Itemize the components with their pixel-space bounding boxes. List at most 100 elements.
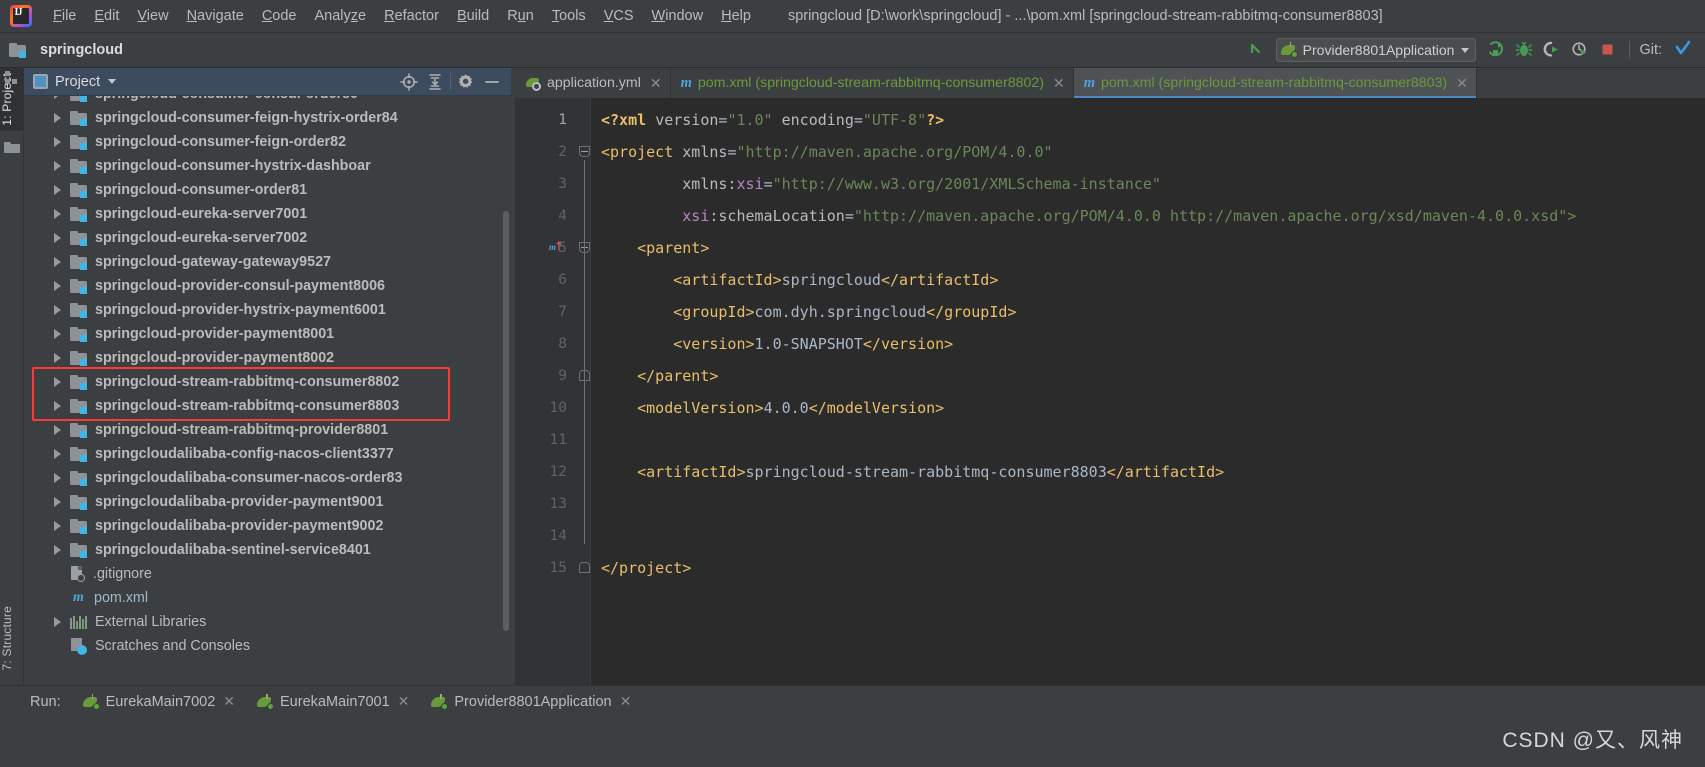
tree-item[interactable]: springcloudalibaba-sentinel-service8401 [24,538,511,562]
menu-edit[interactable]: Edit [85,4,128,28]
tree-item[interactable]: springcloud-gateway-gateway9527 [24,250,511,274]
editor-tab[interactable]: application.yml ✕ [515,68,671,98]
collapse-all-button[interactable] [422,69,448,95]
expand-arrow-icon[interactable] [54,257,61,267]
tree-item[interactable]: Scratches and Consoles [24,634,511,658]
menu-navigate[interactable]: Navigate [178,4,253,28]
menu-bar: IJ File Edit View Navigate Code Analyze Refact… [0,0,1705,33]
expand-arrow-icon[interactable] [54,329,61,339]
gear-icon[interactable] [453,69,479,95]
tree-item[interactable]: springcloudalibaba-config-nacos-client33… [24,442,511,466]
line-number: 10 [549,400,567,416]
sidebar-item-structure[interactable]: 7: Structure [0,601,24,675]
tree-item[interactable]: springcloud-eureka-server7002 [24,226,511,250]
minimize-icon[interactable] [479,69,505,95]
menu-code[interactable]: Code [253,4,306,28]
expand-arrow-icon[interactable] [54,617,61,627]
code-line: xsi:schemaLocation="http://maven.apache.… [682,207,1577,225]
expand-arrow-icon[interactable] [54,161,61,171]
expand-arrow-icon[interactable] [54,305,61,315]
close-icon[interactable]: ✕ [1053,76,1065,90]
tree-item[interactable]: springcloud-provider-consul-payment8006 [24,274,511,298]
expand-arrow-icon[interactable] [54,96,61,99]
code-folding-column[interactable] [577,98,591,693]
tree-item[interactable]: springcloud-eureka-server7001 [24,202,511,226]
editor-tab[interactable]: m pom.xml (springcloud-stream-rabbitmq-co… [1073,68,1477,98]
run-tab[interactable]: EurekaMain7001 ✕ [257,693,409,710]
tree-item[interactable]: springcloud-provider-payment8002 [24,346,511,370]
tree-item[interactable]: springcloud-consumer-hystrix-dashboar [24,154,511,178]
close-icon[interactable]: ✕ [1456,76,1468,90]
menu-tools[interactable]: Tools [543,4,595,28]
expand-arrow-icon[interactable] [54,281,61,291]
expand-arrow-icon[interactable] [54,401,61,411]
code-editor[interactable]: 1 2 3 4 5 6 7 8 9 10 11 12 13 14 15 m <?xml version="1.… [515,98,1705,693]
close-icon[interactable]: ✕ [398,693,410,710]
breadcrumb[interactable]: springcloud [9,42,123,58]
update-project-checkmark-icon[interactable] [1672,39,1694,61]
run-button[interactable] [1485,39,1507,61]
tree-item[interactable]: springcloud-provider-hystrix-payment6001 [24,298,511,322]
stop-button[interactable] [1597,39,1619,61]
run-configuration-selector[interactable]: Provider8801Application [1275,38,1477,62]
tree-item[interactable]: springcloud-provider-payment8001 [24,322,511,346]
expand-arrow-icon[interactable] [54,545,61,555]
select-opened-file-button[interactable] [396,69,422,95]
run-with-coverage-button[interactable] [1541,39,1563,61]
fold-toggle-icon[interactable] [579,146,590,157]
tree-item[interactable]: m pom.xml [24,586,511,610]
tree-vertical-scrollbar[interactable] [503,211,509,631]
tree-item[interactable]: springcloud-consumer-feign-order82 [24,130,511,154]
expand-arrow-icon[interactable] [54,449,61,459]
expand-arrow-icon[interactable] [54,209,61,219]
back-arrow-icon[interactable] [1245,39,1267,61]
expand-arrow-icon[interactable] [54,473,61,483]
expand-arrow-icon[interactable] [54,185,61,195]
tree-item[interactable]: External Libraries [24,610,511,634]
tree-item[interactable]: springcloud-consumer-feign-hystrix-order… [24,106,511,130]
tree-item[interactable]: springcloud-stream-rabbitmq-provider8801 [24,418,511,442]
code-content[interactable]: <?xml version="1.0" encoding="UTF-8"?> <p… [591,98,1705,693]
run-tab[interactable]: EurekaMain7002 ✕ [82,693,235,710]
menu-analyze[interactable]: Analyze [306,4,376,28]
debug-button[interactable] [1513,39,1535,61]
editor-tab-label: application.yml [547,75,641,91]
close-icon[interactable]: ✕ [223,693,235,710]
line-number: 2 [558,144,567,160]
tree-item[interactable]: springcloudalibaba-consumer-nacos-order8… [24,466,511,490]
editor-tab[interactable]: m pom.xml (springcloud-stream-rabbitmq-co… [670,68,1074,98]
tree-item[interactable]: springcloud-stream-rabbitmq-consumer8802 [24,370,511,394]
run-tab[interactable]: Provider8801Application ✕ [431,693,631,710]
tree-item[interactable]: springcloud-stream-rabbitmq-consumer8803 [24,394,511,418]
expand-arrow-icon[interactable] [54,113,61,123]
tree-item[interactable]: springcloudalibaba-provider-payment9001 [24,490,511,514]
module-icon [70,134,87,150]
close-icon[interactable]: ✕ [650,76,662,90]
expand-arrow-icon[interactable] [54,353,61,363]
expand-arrow-icon[interactable] [54,137,61,147]
profiler-button[interactable] [1569,39,1591,61]
menu-run[interactable]: Run [498,4,543,28]
expand-arrow-icon[interactable] [54,425,61,435]
menu-view[interactable]: View [128,4,177,28]
close-icon[interactable]: ✕ [620,693,632,710]
expand-arrow-icon[interactable] [54,233,61,243]
menu-vcs[interactable]: VCS [595,4,643,28]
fold-toggle-icon[interactable] [579,562,590,573]
menu-file[interactable]: File [44,4,85,28]
tree-item[interactable]: springcloudalibaba-provider-payment9002 [24,514,511,538]
expand-arrow-icon[interactable] [54,521,61,531]
tree-item[interactable]: .gitignore [24,562,511,586]
menu-build[interactable]: Build [448,4,498,28]
tree-item[interactable]: springcloud-consumer-order81 [24,178,511,202]
project-tree[interactable]: springcloud-consumer-consul-order80 sprin… [24,96,511,693]
chevron-down-icon[interactable] [108,79,117,84]
expand-arrow-icon[interactable] [54,377,61,387]
logo-text: IJ [14,7,23,18]
menu-window[interactable]: Window [643,4,713,28]
tree-item[interactable]: springcloud-consumer-consul-order80 [24,96,511,106]
maven-reimport-icon[interactable]: m [549,241,563,255]
menu-refactor[interactable]: Refactor [375,4,448,28]
expand-arrow-icon[interactable] [54,497,61,507]
menu-help[interactable]: Help [712,4,760,28]
